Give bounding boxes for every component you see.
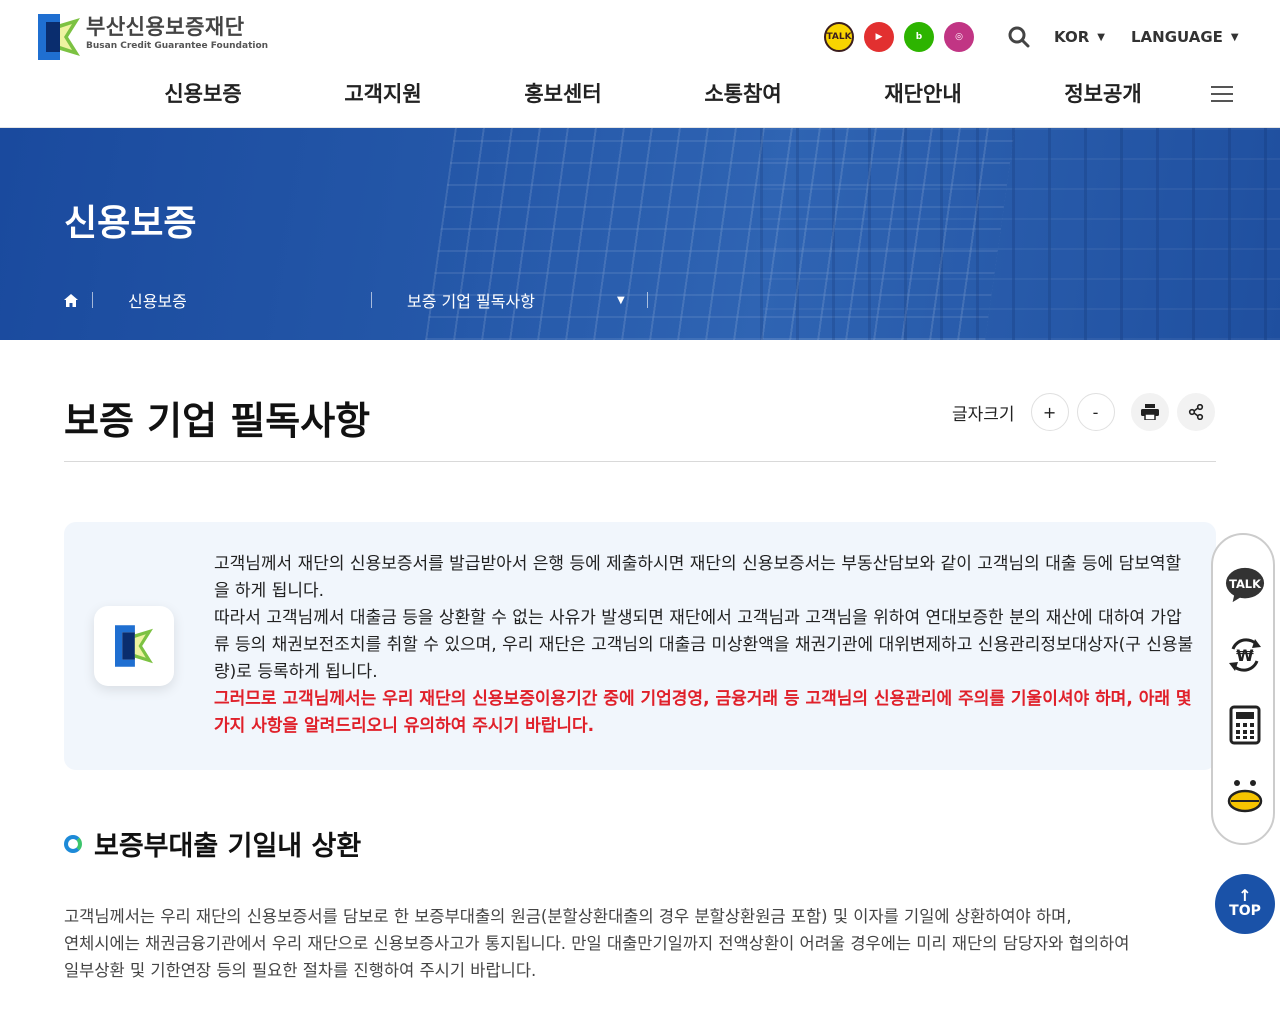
section-body-line: 연체시에는 채권금융기관에서 우리 재단으로 신용보증사고가 통지됩니다. 만일… xyxy=(64,934,1130,953)
kakaotalk-icon[interactable]: TALK xyxy=(824,22,854,52)
share-icon[interactable] xyxy=(1176,393,1215,431)
breadcrumb-divider xyxy=(646,292,648,308)
language-menu-label: LANGUAGE xyxy=(1130,28,1223,46)
nav-item-about[interactable]: 재단안내 xyxy=(833,76,1013,112)
page-title: 보증 기업 필독사항 xyxy=(64,399,371,443)
section-body: 고객님께서는 우리 재단의 신용보증서를 담보로 한 보증부대출의 원금(분할상… xyxy=(64,903,1214,984)
sns-links: TALK ▶ b ◎ xyxy=(824,22,974,52)
kakaotalk-consult-icon[interactable]: TALK xyxy=(1225,565,1265,605)
breadcrumb-divider xyxy=(371,292,372,308)
logo-korean-text: 부산신용보증재단 xyxy=(86,15,245,39)
breadcrumb-divider xyxy=(92,292,93,308)
sub-banner: 신용보증 신용보증 보증 기업 필독사항 ▼ xyxy=(0,128,1280,340)
section-heading: 보증부대출 기일내 상환 xyxy=(64,824,361,863)
breadcrumb: 신용보증 보증 기업 필독사항 ▼ xyxy=(64,288,648,312)
site-logo[interactable]: 부산신용보증재단 Busan Credit Guarantee Foundati… xyxy=(38,14,268,60)
section-body-line: 일부상환 및 기한연장 등의 필요한 절차를 진행하여 주시기 바랍니다. xyxy=(64,961,537,980)
mascot-chatbot-icon[interactable] xyxy=(1225,775,1265,815)
logo-icon xyxy=(38,14,80,60)
breadcrumb-level1[interactable]: 신용보증 xyxy=(128,288,371,312)
scroll-top-label: TOP xyxy=(1229,903,1261,919)
quick-menu: TALK ₩ xyxy=(1211,533,1275,845)
language-current-label: KOR xyxy=(1054,28,1090,46)
notice-paragraph-2: 따라서 고객님께서 대출금 등을 상환할 수 없는 사유가 발생되면 재단에서 … xyxy=(214,608,1194,682)
foundation-logo-icon xyxy=(94,606,174,686)
scroll-top-button[interactable]: ↑ TOP xyxy=(1215,874,1275,934)
youtube-icon[interactable]: ▶ xyxy=(864,22,894,52)
logo-english-text: Busan Credit Guarantee Foundation xyxy=(86,41,269,51)
arrow-up-icon: ↑ xyxy=(1238,886,1252,905)
notice-warning: 그러므로 고객님께서는 우리 재단의 신용보증이용기간 중에 기업경영, 금융거… xyxy=(214,689,1192,736)
font-increase-button[interactable]: + xyxy=(1030,393,1069,431)
caret-down-icon: ▼ xyxy=(1230,31,1239,43)
site-header: 부산신용보증재단 Busan Credit Guarantee Foundati… xyxy=(0,0,1280,128)
caret-down-icon[interactable]: ▼ xyxy=(617,295,625,306)
page-tools: 글자크기 + - xyxy=(952,393,1215,431)
font-decrease-button[interactable]: - xyxy=(1076,393,1115,431)
calculator-icon[interactable] xyxy=(1225,705,1265,745)
banner-title: 신용보증 xyxy=(64,203,197,244)
nav-item-credit-guarantee[interactable]: 신용보증 xyxy=(113,76,293,112)
home-icon[interactable] xyxy=(64,293,78,307)
breadcrumb-level2[interactable]: 보증 기업 필독사항 xyxy=(407,288,617,312)
exchange-won-icon[interactable]: ₩ xyxy=(1225,635,1265,675)
search-icon[interactable] xyxy=(1006,24,1032,50)
section-title: 보증부대출 기일내 상환 xyxy=(94,831,362,862)
caret-down-icon: ▼ xyxy=(1097,31,1105,43)
hamburger-menu-icon[interactable] xyxy=(1211,86,1233,104)
notice-paragraph-1: 고객님께서 재단의 신용보증서를 발급받아서 은행 등에 제출하시면 재단의 신… xyxy=(214,554,1182,601)
svg-text:TALK: TALK xyxy=(1229,577,1262,591)
language-menu[interactable]: LANGUAGE ▼ xyxy=(1131,28,1239,46)
main-navigation: 신용보증 고객지원 홍보센터 소통참여 재단안내 정보공개 xyxy=(113,76,1193,112)
font-size-label: 글자크기 xyxy=(952,404,1015,425)
instagram-icon[interactable]: ◎ xyxy=(944,22,974,52)
nav-item-customer-support[interactable]: 고객지원 xyxy=(293,76,473,112)
section-bullet-icon xyxy=(64,834,82,853)
print-icon[interactable] xyxy=(1130,393,1169,431)
blog-icon[interactable]: b xyxy=(904,22,934,52)
section-body-line: 고객님께서는 우리 재단의 신용보증서를 담보로 한 보증부대출의 원금(분할상… xyxy=(64,907,1072,926)
nav-item-pr-center[interactable]: 홍보센터 xyxy=(473,76,653,112)
language-select[interactable]: KOR ▼ xyxy=(1054,28,1105,46)
utility-menu: KOR ▼ LANGUAGE ▼ xyxy=(1006,24,1239,50)
nav-item-participation[interactable]: 소통참여 xyxy=(653,76,833,112)
banner-background-overlay xyxy=(760,128,1280,340)
notice-box: 고객님께서 재단의 신용보증서를 발급받아서 은행 등에 제출하시면 재단의 신… xyxy=(64,522,1216,770)
title-divider xyxy=(64,461,1216,462)
nav-item-disclosure[interactable]: 정보공개 xyxy=(1013,76,1193,112)
svg-text:₩: ₩ xyxy=(1236,646,1254,665)
